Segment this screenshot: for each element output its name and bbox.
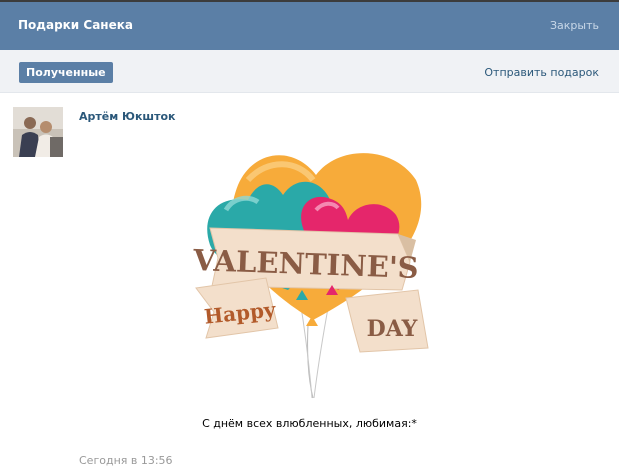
tab-received[interactable]: Полученные bbox=[19, 62, 113, 83]
valentine-gift-image: VALENTINE'S Happy DAY bbox=[192, 153, 429, 399]
close-button[interactable]: Закрыть bbox=[550, 19, 599, 32]
avatar-photo bbox=[13, 107, 63, 157]
gifts-toolbar: Полученные Отправить подарок bbox=[0, 50, 619, 93]
send-gift-link[interactable]: Отправить подарок bbox=[484, 66, 599, 79]
avatar[interactable] bbox=[13, 107, 63, 157]
gift-author-link[interactable]: Артём Юкшток bbox=[79, 110, 176, 123]
gift-timestamp: Сегодня в 13:56 bbox=[79, 454, 173, 467]
dialog-header: Подарки Санека Закрыть bbox=[0, 2, 619, 50]
dialog-title: Подарки Санека bbox=[18, 18, 133, 32]
gift-message: С днём всех влюбленных, любимая:* bbox=[202, 417, 417, 430]
right-ribbon-text: DAY bbox=[367, 316, 418, 342]
